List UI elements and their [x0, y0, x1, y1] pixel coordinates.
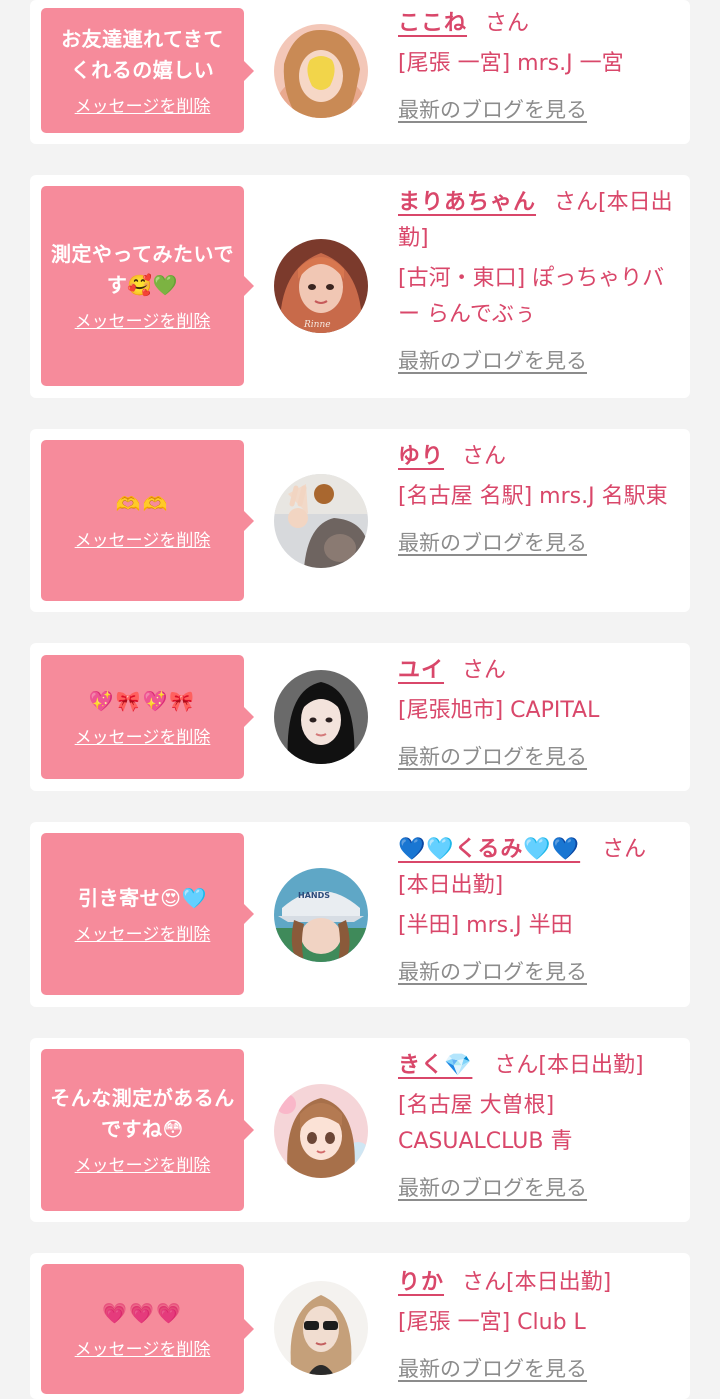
message-card: お友達連れてきてくれるの嬉しい メッセージを削除 ここね さん [尾張 一宮] m… [30, 0, 690, 144]
shop-name: [名古屋 名駅] mrs.J 名駅東 [398, 484, 668, 509]
message-text: そんな測定があるんですね😳 [50, 1086, 235, 1141]
delete-message-link[interactable]: メッセージを削除 [75, 1339, 211, 1361]
latest-blog-link[interactable]: 最新のブログを見る [398, 739, 678, 775]
work-status: [本日出勤] [538, 1053, 644, 1078]
avatar[interactable] [274, 474, 368, 568]
delete-message-link[interactable]: メッセージを削除 [75, 727, 211, 749]
avatar[interactable]: HANDS [274, 868, 368, 962]
message-card: 引き寄せ😍🩵 メッセージを削除 HANDS 💙🩵くるみ🩵💙 さん [本日出勤] [… [30, 822, 690, 1007]
message-card: そんな測定があるんですね😳 メッセージを削除 きく💎 さん[本日出勤] [名古屋 … [30, 1038, 690, 1222]
cast-name-link[interactable]: りか [398, 1270, 444, 1295]
honorific: さん [602, 837, 647, 862]
avatar[interactable] [274, 670, 368, 764]
message-text: お友達連れてきてくれるの嬉しい [61, 26, 224, 82]
cast-info: まりあちゃん さん[本日出勤] [古河・東口] ぽっちゃりバー らんでぶぅ 最新の… [398, 185, 678, 379]
message-card: 🫶🫶 メッセージを削除 ゆり さん [名古屋 名駅] mrs.J 名駅東 最新のブ… [30, 429, 690, 612]
cast-name-link[interactable]: ゆり [398, 444, 444, 469]
svg-text:Rinne: Rinne [303, 320, 331, 330]
message-bubble: 💖🎀💖🎀 メッセージを削除 [41, 655, 254, 779]
svg-text:HANDS: HANDS [298, 891, 330, 900]
shop-name: [尾張旭市] CAPITAL [398, 698, 600, 723]
message-bubble: お友達連れてきてくれるの嬉しい メッセージを削除 [41, 8, 254, 133]
cast-info: 💙🩵くるみ🩵💙 さん [本日出勤] [半田] mrs.J 半田 最新のブログを見る [398, 832, 678, 990]
avatar[interactable] [274, 24, 368, 118]
latest-blog-link[interactable]: 最新のブログを見る [398, 92, 678, 128]
delete-message-link[interactable]: メッセージを削除 [75, 530, 211, 552]
cast-info: ゆり さん [名古屋 名駅] mrs.J 名駅東 最新のブログを見る [398, 439, 678, 561]
cast-info: きく💎 さん[本日出勤] [名古屋 大曽根] CASUALCLUB 青 最新のブロ… [398, 1048, 678, 1206]
message-card: 💖🎀💖🎀 メッセージを削除 ユイ さん [尾張旭市] CAPITAL 最新のブログ… [30, 643, 690, 791]
cast-info: ここね さん [尾張 一宮] mrs.J 一宮 最新のブログを見る [398, 6, 678, 128]
cast-name-link[interactable]: ここね [398, 11, 467, 36]
message-text: 🫶🫶 [115, 492, 170, 516]
cast-name-link[interactable]: まりあちゃん [398, 190, 536, 215]
message-bubble: 引き寄せ😍🩵 メッセージを削除 [41, 833, 254, 995]
cast-info: ユイ さん [尾張旭市] CAPITAL 最新のブログを見る [398, 653, 678, 775]
honorific: さん [462, 1270, 507, 1295]
message-text: 測定やってみたいです🥰💚 [51, 242, 234, 297]
message-text: 💖🎀💖🎀 [88, 688, 197, 713]
message-text: 引き寄せ😍🩵 [78, 885, 207, 910]
cast-info: りか さん[本日出勤] [尾張 一宮] Club L 最新のブログを見る [398, 1265, 678, 1387]
latest-blog-link[interactable]: 最新のブログを見る [398, 1351, 678, 1387]
work-status: [本日出勤] [506, 1270, 612, 1295]
latest-blog-link[interactable]: 最新のブログを見る [398, 954, 678, 990]
honorific: さん [494, 1053, 539, 1078]
cast-name-link[interactable]: 💙🩵くるみ🩵💙 [398, 837, 580, 862]
shop-name: [古河・東口] ぽっちゃりバー らんでぶぅ [398, 266, 665, 327]
cast-name-link[interactable]: きく💎 [398, 1053, 472, 1078]
honorific: さん [554, 190, 599, 215]
message-bubble: 測定やってみたいです🥰💚 メッセージを削除 [41, 186, 254, 386]
honorific: さん [485, 11, 530, 36]
message-card: 測定やってみたいです🥰💚 メッセージを削除 Rinne まりあちゃん さん[本日出… [30, 175, 690, 398]
message-card: 💗💗💗 メッセージを削除 りか さん[本日出勤] [尾張 一宮] Club L 最… [30, 1253, 690, 1399]
shop-name: [尾張 一宮] Club L [398, 1310, 586, 1335]
delete-message-link[interactable]: メッセージを削除 [75, 924, 211, 946]
avatar[interactable] [274, 1281, 368, 1375]
shop-name: [名古屋 大曽根] CASUALCLUB 青 [398, 1093, 573, 1154]
work-status: [本日出勤] [398, 873, 504, 898]
message-bubble: 💗💗💗 メッセージを削除 [41, 1264, 254, 1394]
shop-name: [半田] mrs.J 半田 [398, 913, 573, 938]
honorific: さん [462, 658, 507, 683]
delete-message-link[interactable]: メッセージを削除 [75, 1155, 211, 1177]
avatar[interactable] [274, 1084, 368, 1178]
message-bubble: 🫶🫶 メッセージを削除 [41, 440, 254, 601]
delete-message-link[interactable]: メッセージを削除 [75, 311, 211, 333]
delete-message-link[interactable]: メッセージを削除 [75, 96, 211, 118]
honorific: さん [462, 444, 507, 469]
avatar[interactable]: Rinne [274, 239, 368, 333]
message-text: 💗💗💗 [102, 1300, 183, 1325]
latest-blog-link[interactable]: 最新のブログを見る [398, 343, 678, 379]
latest-blog-link[interactable]: 最新のブログを見る [398, 1170, 678, 1206]
message-bubble: そんな測定があるんですね😳 メッセージを削除 [41, 1049, 254, 1211]
latest-blog-link[interactable]: 最新のブログを見る [398, 525, 678, 561]
cast-name-link[interactable]: ユイ [398, 658, 444, 683]
shop-name: [尾張 一宮] mrs.J 一宮 [398, 51, 624, 76]
